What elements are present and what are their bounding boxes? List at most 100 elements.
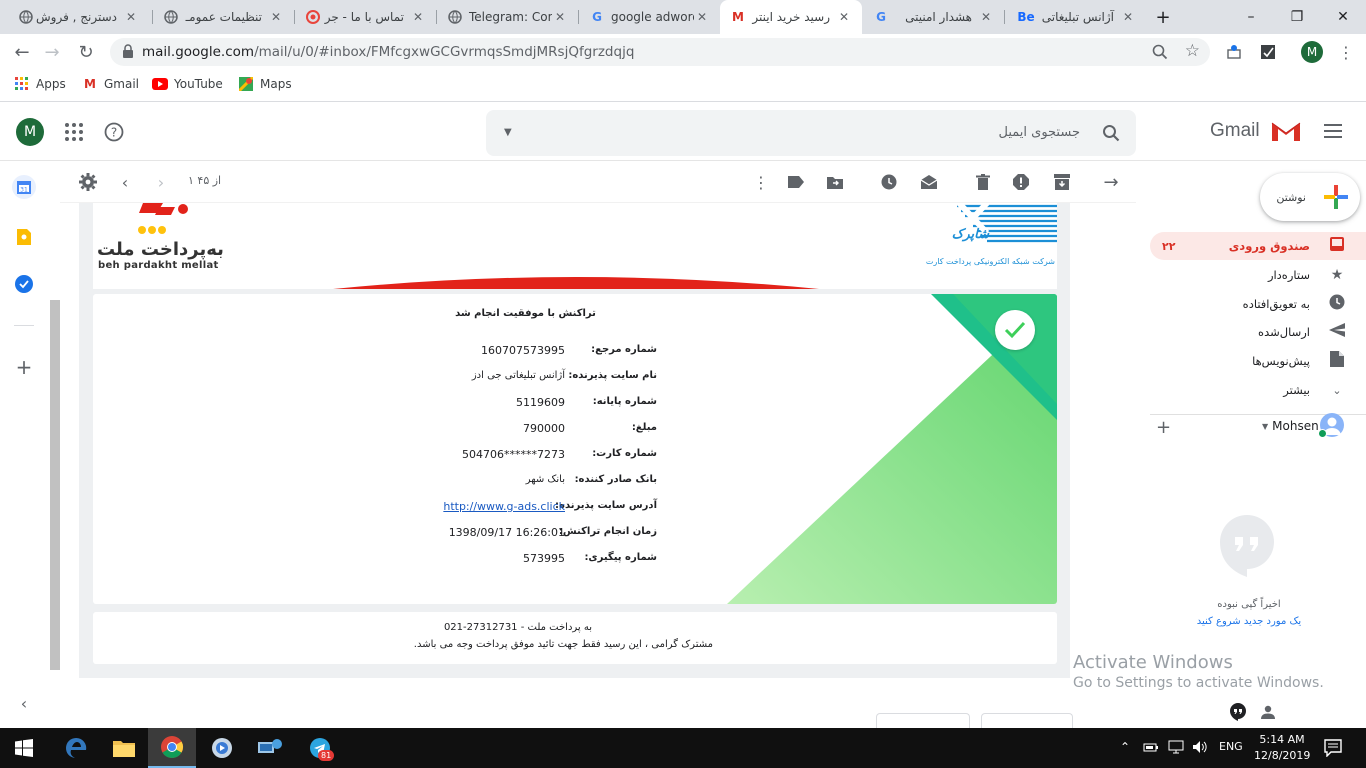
media-player-icon[interactable] — [198, 728, 246, 768]
menu-icon[interactable]: ⋮ — [1332, 38, 1360, 66]
network-app-icon[interactable] — [246, 728, 294, 768]
newer-chevron-icon[interactable]: ‹ — [116, 173, 134, 192]
snooze-icon[interactable] — [880, 173, 898, 191]
search-bar[interactable]: ▼ جستجوی ایمیل — [486, 110, 1136, 156]
network-icon[interactable] — [1168, 740, 1184, 757]
help-icon[interactable]: ? — [104, 122, 124, 145]
close-icon[interactable]: ✕ — [552, 10, 568, 24]
search-icon[interactable] — [1102, 124, 1120, 145]
browser-tab[interactable]: G هشدار امنیتی ✕ — [863, 0, 1004, 34]
search-input[interactable]: جستجوی ایمیل — [999, 125, 1081, 140]
clock[interactable]: 5:14 AM 12/8/2019 — [1254, 732, 1310, 764]
report-spam-icon[interactable] — [1012, 173, 1030, 191]
chrome-taskbar-icon[interactable] — [148, 728, 196, 768]
close-icon[interactable]: ✕ — [268, 10, 284, 24]
nav-item-snoozed[interactable]: به تعویق‌افتاده — [1150, 290, 1366, 318]
nav-item-starred[interactable]: ★ ستاره‌دار — [1150, 261, 1366, 289]
minimize-button[interactable]: – — [1228, 0, 1274, 34]
restore-button[interactable]: ❐ — [1274, 0, 1320, 34]
star-icon[interactable]: ☆ — [1185, 41, 1200, 61]
browser-tab[interactable]: تماس با ما - جر ✕ — [295, 0, 436, 34]
browser-tab[interactable]: تنظیمات عمومـ ✕ — [153, 0, 294, 34]
file-explorer-icon[interactable] — [100, 728, 148, 768]
back-button[interactable]: ← — [8, 38, 36, 66]
compose-label: نوشتن — [1276, 190, 1306, 204]
close-icon[interactable]: ✕ — [978, 10, 994, 24]
address-bar[interactable]: mail.google.com/mail/u/0/#inbox/FMfcgxwG… — [110, 38, 1210, 66]
shaparak-logo: شاپرک شرکت شبکه الکترونیکی پرداخت کارت — [919, 203, 1057, 281]
gmail-logo[interactable]: Gmail — [1210, 119, 1302, 143]
extension-icon[interactable] — [1220, 38, 1248, 66]
move-to-icon[interactable] — [826, 173, 844, 191]
language-indicator[interactable]: ENG — [1219, 740, 1243, 753]
browser-tab[interactable]: Telegram: Cont ✕ — [437, 0, 578, 34]
hangouts-user[interactable]: ▼ Mohsen — [1262, 419, 1319, 433]
apps-grid-icon — [14, 76, 30, 92]
new-tab-button[interactable]: + — [1148, 0, 1178, 34]
delete-icon[interactable] — [974, 173, 992, 191]
reload-button[interactable]: ↻ — [72, 38, 100, 66]
keep-icon[interactable] — [12, 225, 36, 249]
browser-tab[interactable]: G google adword ✕ — [579, 0, 720, 34]
get-addons-icon[interactable]: + — [12, 355, 36, 379]
browser-tab-active[interactable]: M رسید خرید اینتر ✕ — [720, 0, 862, 34]
nav-item-inbox[interactable]: صندوق ورودی ۲۲ — [1150, 232, 1366, 260]
window-close-button[interactable]: ✕ — [1320, 0, 1366, 34]
settings-icon[interactable] — [79, 173, 97, 191]
calendar-icon[interactable]: 31 — [12, 175, 36, 199]
older-chevron-icon[interactable]: › — [152, 173, 170, 192]
close-icon[interactable]: ✕ — [123, 10, 139, 24]
account-avatar[interactable]: M — [16, 118, 44, 146]
profile-avatar[interactable]: M — [1298, 38, 1326, 66]
nav-item-sent[interactable]: ارسال‌شده — [1150, 318, 1366, 346]
browser-tab[interactable]: دسترنج , فروش ✕ — [8, 0, 149, 34]
notifications-icon[interactable] — [1324, 739, 1342, 760]
bookmark-youtube[interactable]: YouTube — [152, 76, 223, 92]
archive-icon[interactable] — [1053, 173, 1071, 191]
back-to-inbox-icon[interactable]: → — [1102, 172, 1120, 193]
battery-icon[interactable] — [1143, 740, 1159, 757]
search-options-icon[interactable]: ▼ — [504, 127, 512, 138]
close-icon[interactable]: ✕ — [694, 10, 710, 24]
svg-text:?: ? — [111, 126, 117, 140]
bookmark-label: Apps — [36, 77, 66, 91]
close-icon[interactable]: ✕ — [836, 10, 852, 24]
collapse-panel-icon[interactable]: ‹ — [12, 691, 36, 715]
browser-tab[interactable]: Be آژانس تبلیغاتی ✕ — [1005, 0, 1146, 34]
volume-icon[interactable] — [1192, 740, 1208, 757]
show-hidden-icons[interactable]: ⌃ — [1120, 740, 1130, 754]
close-icon[interactable]: ✕ — [1120, 10, 1136, 24]
bookmark-apps[interactable]: Apps — [14, 76, 66, 92]
apps-grid-icon[interactable] — [64, 122, 84, 145]
nav-item-more[interactable]: ⌄ بیشتر — [1150, 376, 1366, 404]
footer-note: مشترک گرامی ، این رسید فقط جهت تائید موف… — [413, 639, 713, 650]
bookmark-gmail[interactable]: M Gmail — [82, 76, 139, 92]
label-icon[interactable] — [787, 173, 805, 191]
close-icon[interactable]: ✕ — [410, 10, 426, 24]
forward-button[interactable]: → — [38, 38, 66, 66]
edge-icon[interactable] — [52, 728, 100, 768]
extension-icon[interactable] — [1254, 38, 1282, 66]
compose-button[interactable]: نوشتن — [1260, 173, 1360, 221]
telegram-badge: 81 — [318, 750, 335, 761]
globe-icon — [447, 9, 463, 25]
hangouts-icon[interactable] — [1224, 698, 1252, 726]
bookmark-maps[interactable]: Maps — [238, 76, 292, 92]
merchant-url-link[interactable]: http://www.g-ads.click — [293, 500, 565, 516]
main-menu-icon[interactable] — [1323, 123, 1343, 142]
shaparak-subtitle: شرکت شبکه الکترونیکی پرداخت کارت — [925, 257, 1055, 266]
field-label: شماره کارت: — [592, 448, 657, 459]
telegram-icon[interactable]: 81 — [296, 728, 344, 768]
tasks-icon[interactable] — [15, 275, 33, 293]
zoom-icon[interactable] — [1152, 44, 1168, 63]
scrollbar[interactable] — [50, 300, 60, 670]
mark-unread-icon[interactable] — [920, 173, 938, 191]
start-chat-link[interactable]: یک مورد جدید شروع کنید — [1150, 616, 1348, 627]
globe-icon — [18, 9, 34, 25]
start-button[interactable] — [0, 728, 48, 768]
new-chat-icon[interactable]: + — [1156, 417, 1171, 438]
svg-text:31: 31 — [20, 187, 28, 194]
nav-item-drafts[interactable]: پیش‌نویس‌ها — [1150, 347, 1366, 375]
contacts-icon[interactable] — [1254, 698, 1282, 726]
more-options-icon[interactable]: ⋮ — [752, 173, 770, 192]
